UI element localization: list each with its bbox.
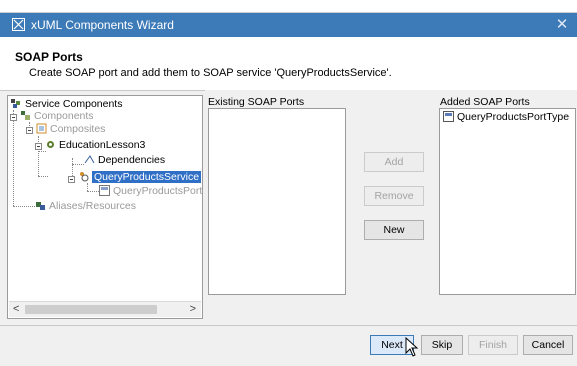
skip-button[interactable]: Skip [421, 335, 463, 355]
tree-item-label: Aliases/Resources [49, 200, 136, 212]
soap-port-icon [443, 111, 454, 122]
existing-ports-label: Existing SOAP Ports [208, 96, 305, 108]
soap-port-icon [99, 185, 110, 196]
service-icon [78, 171, 89, 182]
scrollbar-thumb[interactable] [25, 305, 157, 314]
app-icon [12, 18, 25, 31]
collapse-toggle[interactable] [35, 143, 42, 150]
tree-item-dependencies[interactable]: Dependencies [84, 154, 165, 167]
tree-item-label-selected: QueryProductsService [92, 171, 202, 183]
footer-separator [0, 325, 577, 326]
close-icon[interactable]: ✕ [553, 15, 571, 33]
cancel-button[interactable]: Cancel [523, 335, 573, 355]
top-strip [0, 0, 577, 13]
collapse-toggle[interactable] [10, 114, 17, 121]
composites-icon [36, 123, 47, 134]
existing-ports-list[interactable] [208, 108, 346, 295]
tree-item-label: QueryProductsPort [113, 185, 203, 197]
horizontal-scrollbar[interactable]: < > [9, 301, 201, 317]
finish-button[interactable]: Finish [468, 335, 518, 355]
added-ports-label: Added SOAP Ports [440, 96, 530, 108]
add-button[interactable]: Add [364, 152, 424, 172]
tree-item-label: Service Components [25, 98, 123, 110]
new-button[interactable]: New [364, 220, 424, 240]
page-title: SOAP Ports [15, 50, 83, 64]
collapse-toggle[interactable] [26, 127, 33, 134]
tree-item-composites[interactable]: Composites [36, 123, 105, 136]
components-icon [20, 110, 31, 121]
list-item[interactable]: QueryProductsPortType [443, 111, 569, 124]
tree-item-label: EducationLesson3 [59, 139, 146, 151]
components-stack-icon [11, 98, 22, 109]
composite-gear-icon [45, 139, 56, 150]
tree-item-queryproductsport[interactable]: QueryProductsPort [99, 185, 202, 198]
tree-item-label: Dependencies [98, 154, 166, 166]
tree-item-components[interactable]: Components [20, 110, 94, 123]
scroll-left-button[interactable]: < [13, 303, 19, 315]
dependencies-icon [84, 154, 95, 165]
tree-item-label: Components [34, 110, 94, 122]
list-item-label: QueryProductsPortType [457, 111, 570, 123]
page-subtitle: Create SOAP port and add them to SOAP se… [29, 67, 392, 79]
tree-item-aliases-resources[interactable]: Aliases/Resources [35, 200, 136, 213]
tree-item-label: Composites [50, 123, 106, 135]
title-bar: xUML Components Wizard ✕ [0, 13, 577, 37]
aliases-icon [35, 200, 46, 211]
mouse-cursor-icon [405, 337, 419, 357]
component-tree[interactable]: Service Components Components Composites… [7, 95, 203, 319]
tree-item-educationlesson3[interactable]: EducationLesson3 [45, 139, 145, 152]
tree-item-queryproductsservice[interactable]: QueryProductsService [78, 171, 202, 184]
remove-button[interactable]: Remove [364, 186, 424, 206]
window-title: xUML Components Wizard [31, 18, 174, 32]
ports-pane: Existing SOAP Ports Add Remove New Added… [205, 90, 577, 324]
added-ports-list[interactable]: QueryProductsPortType [439, 108, 576, 295]
scroll-right-button[interactable]: > [190, 303, 196, 315]
collapse-toggle[interactable] [68, 176, 75, 183]
wizard-header: SOAP Ports Create SOAP port and add them… [0, 37, 577, 91]
